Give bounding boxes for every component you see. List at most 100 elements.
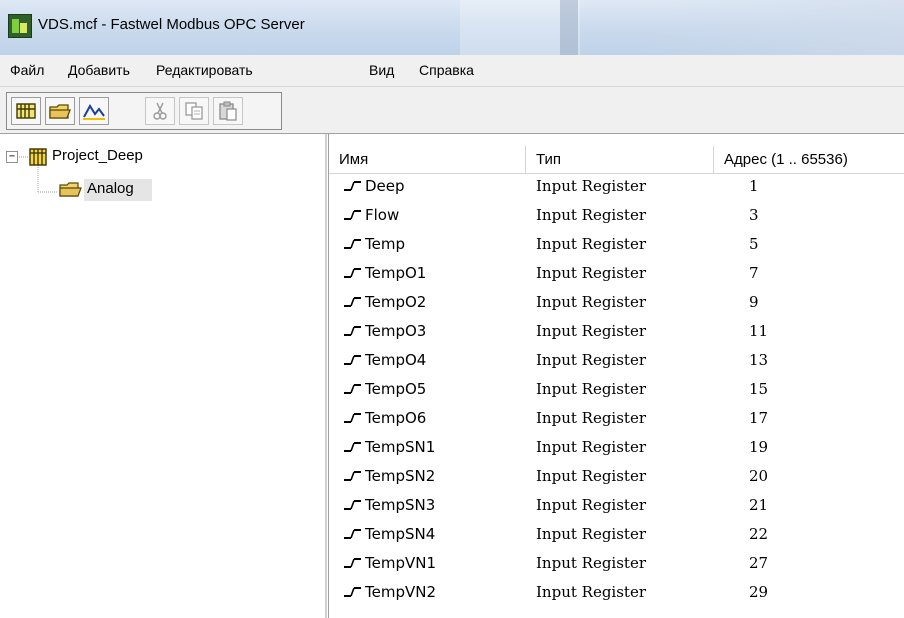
tag-icon: [344, 326, 361, 336]
cell-type: Input Register: [536, 583, 646, 601]
table-row[interactable]: Deep Input Register 1: [329, 174, 904, 198]
menu-file[interactable]: Файл: [10, 62, 44, 78]
menu-add[interactable]: Добавить: [68, 62, 130, 78]
cell-address: 19: [749, 438, 769, 456]
cell-name: TempVN1: [365, 554, 437, 572]
cell-type: Input Register: [536, 409, 646, 427]
cell-address: 3: [749, 206, 759, 224]
cell-type: Input Register: [536, 293, 646, 311]
cell-name: TempSN3: [365, 496, 436, 514]
tree-node-analog[interactable]: Analog: [87, 180, 134, 197]
cell-name: Temp: [365, 235, 405, 253]
table-row[interactable]: TempVN1 Input Register 27: [329, 551, 904, 575]
table-row[interactable]: TempSN4 Input Register 22: [329, 522, 904, 546]
titlebar-reflection: [640, 0, 904, 55]
cut-button[interactable]: [145, 97, 175, 125]
cell-address: 1: [749, 177, 759, 195]
tag-icon: [344, 587, 361, 597]
table-row[interactable]: TempO1 Input Register 7: [329, 261, 904, 285]
tree-lines: [17, 156, 58, 193]
menu-bar: Файл Добавить Редактировать Вид Справка: [0, 55, 904, 87]
table-row[interactable]: TempO4 Input Register 13: [329, 348, 904, 372]
column-header-address[interactable]: Адрес (1 .. 65536): [714, 146, 904, 174]
menu-view[interactable]: Вид: [369, 62, 394, 78]
cell-type: Input Register: [536, 235, 646, 253]
tag-icon: [344, 210, 361, 220]
cell-address: 5: [749, 235, 759, 253]
cell-name: TempO2: [365, 293, 427, 311]
table-row[interactable]: Flow Input Register 3: [329, 203, 904, 227]
column-header-type[interactable]: Тип: [526, 146, 714, 174]
tag-icon: [344, 384, 361, 394]
cell-address: 11: [749, 322, 769, 340]
column-header-name[interactable]: Имя: [329, 146, 526, 174]
tag-icon: [344, 500, 361, 510]
tag-list[interactable]: Имя Тип Адрес (1 .. 65536) Deep Input Reg…: [328, 134, 904, 618]
cell-address: 15: [749, 380, 769, 398]
titlebar-reflection: [560, 0, 578, 55]
app-icon: [8, 14, 32, 38]
cell-name: TempO6: [365, 409, 427, 427]
cell-type: Input Register: [536, 206, 646, 224]
paste-button[interactable]: [213, 97, 243, 125]
menu-help[interactable]: Справка: [419, 62, 474, 78]
tag-icon: [344, 413, 361, 423]
toolbar-row: [0, 87, 904, 134]
add-device-icon: [16, 103, 36, 119]
table-row[interactable]: TempSN3 Input Register 21: [329, 493, 904, 517]
tag-icon: [344, 442, 361, 452]
add-group-icon: [49, 104, 71, 119]
table-row[interactable]: TempSN2 Input Register 20: [329, 464, 904, 488]
table-row[interactable]: TempVN2 Input Register 29: [329, 580, 904, 604]
cell-name: Flow: [365, 206, 400, 224]
tag-icon: [344, 268, 361, 278]
copy-icon: [185, 102, 203, 120]
cell-name: TempO1: [365, 264, 427, 282]
cell-type: Input Register: [536, 322, 646, 340]
table-row[interactable]: TempO3 Input Register 11: [329, 319, 904, 343]
cell-address: 22: [749, 525, 769, 543]
cell-address: 17: [749, 409, 769, 427]
table-row[interactable]: TempO5 Input Register 15: [329, 377, 904, 401]
copy-button[interactable]: [179, 97, 209, 125]
window-title: VDS.mcf - Fastwel Modbus OPC Server: [38, 16, 305, 33]
toolbar: [6, 92, 282, 130]
cell-name: TempO4: [365, 351, 427, 369]
cut-icon: [153, 102, 167, 120]
tag-icon: [344, 529, 361, 539]
cell-name: Deep: [365, 177, 405, 195]
add-tag-icon: [83, 104, 105, 120]
add-device-button[interactable]: [11, 97, 41, 125]
tag-icon: [344, 471, 361, 481]
cell-type: Input Register: [536, 177, 646, 195]
table-row[interactable]: TempSN1 Input Register 19: [329, 435, 904, 459]
cell-address: 29: [749, 583, 769, 601]
table-row[interactable]: TempO6 Input Register 17: [329, 406, 904, 430]
project-tree[interactable]: − Project_Deep Analog: [0, 134, 327, 618]
add-tag-button[interactable]: [79, 97, 109, 125]
collapse-toggle[interactable]: −: [6, 151, 18, 163]
cell-name: TempSN1: [365, 438, 436, 456]
cell-name: TempO5: [365, 380, 427, 398]
table-row[interactable]: Temp Input Register 5: [329, 232, 904, 256]
cell-type: Input Register: [536, 351, 646, 369]
cell-type: Input Register: [536, 467, 646, 485]
cell-address: 7: [749, 264, 759, 282]
cell-name: TempSN2: [365, 467, 436, 485]
cell-type: Input Register: [536, 438, 646, 456]
menu-edit[interactable]: Редактировать: [156, 62, 253, 78]
cell-type: Input Register: [536, 264, 646, 282]
cell-type: Input Register: [536, 380, 646, 398]
tag-icon: [344, 558, 361, 568]
paste-icon: [219, 101, 237, 121]
cell-address: 13: [749, 351, 769, 369]
add-group-button[interactable]: [45, 97, 75, 125]
tree-node-project[interactable]: Project_Deep: [52, 147, 143, 164]
cell-address: 9: [749, 293, 759, 311]
title-bar[interactable]: VDS.mcf - Fastwel Modbus OPC Server: [0, 0, 904, 55]
cell-type: Input Register: [536, 496, 646, 514]
cell-type: Input Register: [536, 554, 646, 572]
table-row[interactable]: TempO2 Input Register 9: [329, 290, 904, 314]
tag-icon: [344, 239, 361, 249]
cell-address: 21: [749, 496, 769, 514]
